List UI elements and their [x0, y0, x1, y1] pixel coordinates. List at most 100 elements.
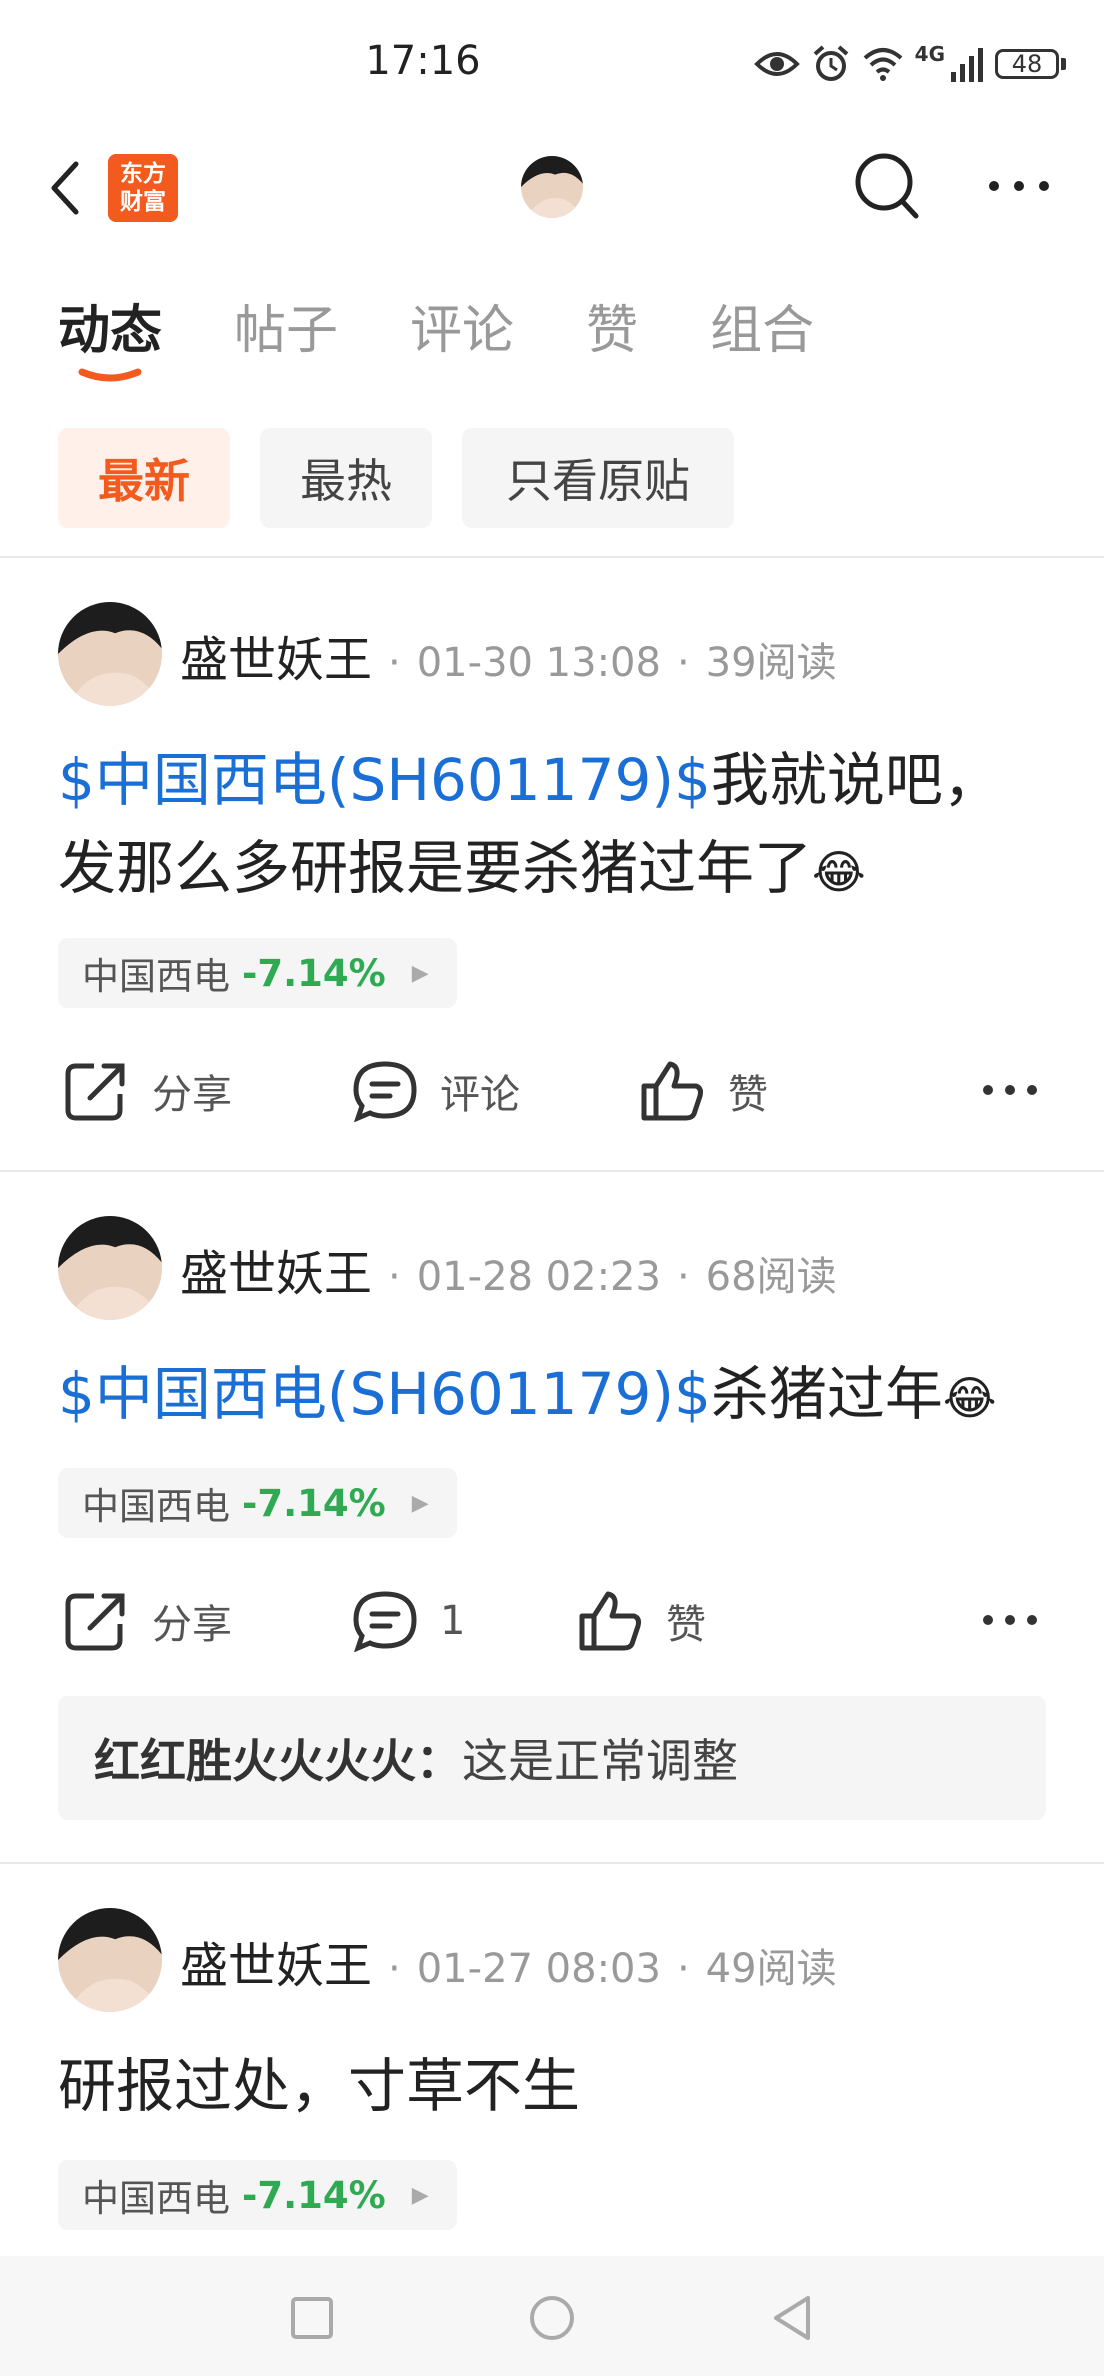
play-arrow-icon: ▶: [411, 960, 429, 986]
stock-tag-name: 中国西电: [82, 2177, 230, 2220]
stock-link[interactable]: $中国西电(SH601179)$: [58, 746, 711, 814]
wifi-icon: [863, 48, 902, 81]
separator-dot: ·: [676, 1254, 690, 1300]
filter-original-only[interactable]: 只看原贴: [462, 428, 734, 528]
author-avatar[interactable]: [58, 1216, 162, 1320]
stock-tag[interactable]: 中国西电 -7.14% ▶: [58, 2160, 457, 2230]
battery-tip: [1061, 58, 1066, 70]
post-header: 盛世妖王 · 01-30 13:08 · 39阅读: [180, 620, 837, 690]
stock-tag-name: 中国西电: [82, 955, 230, 998]
share-label: 分享: [152, 1072, 232, 1118]
signal-icon: [951, 48, 983, 82]
post-text[interactable]: $中国西电(SH601179)$我就说吧， 发那么多研报是要杀猪过年了😂: [58, 736, 1058, 916]
post-date: 01-27 08:03: [416, 1946, 661, 1992]
profile-avatar[interactable]: [521, 156, 583, 218]
stock-tag-change: -7.14%: [242, 1481, 386, 1525]
author-avatar[interactable]: [58, 602, 162, 706]
alarm-icon: [813, 45, 848, 81]
comment-icon: [353, 1061, 417, 1122]
post-header: 盛世妖王 · 01-28 02:23 · 68阅读: [180, 1234, 837, 1304]
comment-text: 这是正常调整: [462, 1734, 738, 1788]
comment-user[interactable]: 红红胜火火火火：: [94, 1725, 462, 1791]
network-label: 4G: [914, 42, 945, 66]
stock-tag-change: -7.14%: [242, 951, 386, 995]
filter-hot[interactable]: 最热: [260, 428, 432, 528]
eye-icon: [753, 52, 800, 76]
post-reads: 49阅读: [705, 1946, 837, 1992]
home-icon[interactable]: [528, 2294, 576, 2342]
thumbs-up-icon: [579, 1591, 641, 1651]
comment-preview[interactable]: 红红胜火火火火： 这是正常调整: [58, 1696, 1046, 1820]
tab-comments[interactable]: 评论: [410, 288, 514, 363]
like-label: 赞: [666, 1602, 706, 1648]
post-reads: 39阅读: [705, 640, 837, 686]
stock-tag-change: -7.14%: [242, 2173, 386, 2217]
share-icon: [65, 1063, 125, 1121]
play-arrow-icon: ▶: [411, 1490, 429, 1516]
separator-dot: ·: [388, 640, 401, 686]
post-date: 01-30 13:08: [416, 640, 661, 686]
laughing-crying-emoji-icon: 😂: [812, 845, 866, 899]
author-name[interactable]: 盛世妖王: [180, 1926, 372, 1996]
comment-label: 评论: [440, 1072, 520, 1118]
post-text[interactable]: 研报过处，寸草不生: [58, 2042, 1058, 2130]
comment-icon: [353, 1591, 417, 1652]
back-arrow-icon[interactable]: [46, 160, 82, 216]
system-nav-bar: [0, 2256, 1104, 2376]
separator-dot: ·: [676, 1946, 690, 1992]
comment-button[interactable]: 评论: [352, 1060, 520, 1122]
post-text-line1: 我就说吧，: [710, 746, 1001, 814]
post-text-line1: 杀猪过年: [710, 1360, 943, 1428]
post-text[interactable]: $中国西电(SH601179)$杀猪过年😂: [58, 1350, 1058, 1442]
tab-dynamics-label: 动态: [58, 301, 163, 361]
separator-dot: ·: [388, 1946, 401, 1992]
logo-text-top: 东方: [120, 161, 166, 187]
like-label: 赞: [728, 1072, 768, 1118]
like-button[interactable]: 赞: [640, 1060, 768, 1122]
status-time: 17:16: [365, 38, 481, 84]
comment-button[interactable]: 1: [352, 1590, 465, 1652]
logo-text-bottom: 财富: [120, 189, 166, 215]
author-name[interactable]: 盛世妖王: [180, 1234, 372, 1304]
filter-latest[interactable]: 最新: [58, 428, 230, 528]
tab-active-indicator: [78, 368, 142, 382]
tab-likes[interactable]: 赞: [586, 288, 638, 363]
separator-dot: ·: [388, 1254, 401, 1300]
divider: [0, 1170, 1104, 1172]
separator-dot: ·: [676, 640, 690, 686]
like-button[interactable]: 赞: [578, 1590, 706, 1652]
stock-tag[interactable]: 中国西电 -7.14% ▶: [58, 1468, 457, 1538]
post-text-line2: 发那么多研报是要杀猪过年了: [58, 834, 813, 902]
post-more-icon[interactable]: [982, 1082, 1038, 1098]
status-icons: 4G 48: [753, 42, 1066, 86]
tab-portfolio[interactable]: 组合: [710, 288, 814, 363]
author-name[interactable]: 盛世妖王: [180, 620, 372, 690]
post-header: 盛世妖王 · 01-27 08:03 · 49阅读: [180, 1926, 837, 1996]
recent-apps-icon[interactable]: [290, 2296, 334, 2340]
comment-count: 1: [440, 1598, 466, 1644]
stock-link[interactable]: $中国西电(SH601179)$: [58, 1360, 711, 1428]
tab-dynamics[interactable]: 动态: [58, 288, 163, 382]
more-icon[interactable]: [988, 176, 1050, 196]
share-label: 分享: [152, 1602, 232, 1648]
app-logo: 东方 财富: [108, 154, 178, 222]
post-more-icon[interactable]: [982, 1612, 1038, 1628]
share-button[interactable]: 分享: [64, 1060, 232, 1122]
laughing-crying-emoji-icon: 😂: [942, 1371, 997, 1425]
thumbs-up-icon: [641, 1061, 703, 1121]
stock-tag-name: 中国西电: [82, 1485, 230, 1528]
play-arrow-icon: ▶: [411, 2182, 429, 2208]
battery-indicator: 48: [995, 49, 1059, 79]
post-reads: 68阅读: [705, 1254, 837, 1300]
back-nav-icon[interactable]: [770, 2294, 814, 2342]
share-icon: [65, 1593, 125, 1651]
divider: [0, 556, 1104, 558]
share-button[interactable]: 分享: [64, 1590, 232, 1652]
post-date: 01-28 02:23: [416, 1254, 661, 1300]
author-avatar[interactable]: [58, 1908, 162, 2012]
profile-tabs: 动态 帖子 评论 赞 组合: [58, 288, 886, 382]
tab-posts[interactable]: 帖子: [234, 288, 338, 363]
search-icon[interactable]: [852, 150, 922, 224]
stock-tag[interactable]: 中国西电 -7.14% ▶: [58, 938, 457, 1008]
divider: [0, 1862, 1104, 1864]
